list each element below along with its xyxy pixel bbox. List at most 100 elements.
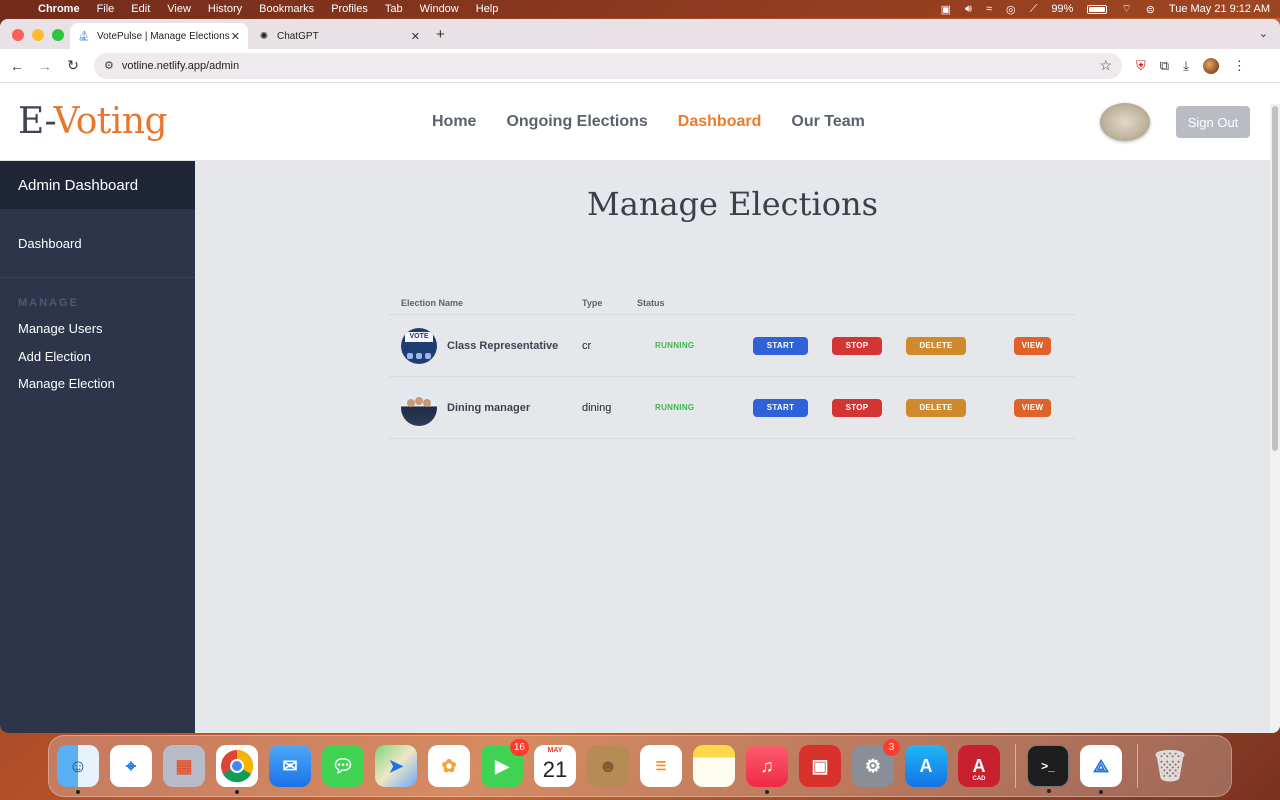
app-store-icon[interactable]: A [905,745,947,787]
stop-button[interactable]: STOP [832,398,882,417]
menu-history[interactable]: History [208,3,242,15]
launchpad-icon[interactable]: ▦ [163,745,205,787]
system-settings-icon[interactable]: ⚙ 3 [852,739,900,787]
photo-booth-icon[interactable]: ▣ [799,745,841,787]
view-button[interactable]: VIEW [1014,398,1051,417]
status-badge: RUNNING [655,341,695,350]
sidebar-item-add-election[interactable]: Add Election [0,343,195,371]
terminal-icon[interactable]: >_ [1027,745,1069,793]
menu-bookmarks[interactable]: Bookmarks [259,3,314,15]
dock: ☺ ⌖ ▦ ✉ 💬︎ ➤ ✿ ▶ 16 MAY 21 ☻ ☰ ♫ ▣ ⚙ 3 A A… [48,735,1232,797]
main-nav: Home Ongoing Elections Dashboard Our Tea… [432,113,865,131]
site-logo[interactable]: E-Voting [18,101,168,142]
menu-bar: Chrome File Edit View History Bookmarks … [0,0,1280,18]
back-icon[interactable]: ← [10,58,24,74]
maps-icon[interactable]: ➤ [375,745,417,787]
menu-help[interactable]: Help [476,3,499,15]
finder-icon[interactable]: ☺ [57,745,99,794]
menu-view[interactable]: View [167,3,191,15]
tab-title: VotePulse | Manage Elections [97,30,230,42]
extensions-puzzle-icon[interactable]: ⧉ [1160,58,1169,74]
admin-sidebar: Admin Dashboard Dashboard MANAGE Manage … [0,161,195,733]
reload-icon[interactable]: ↻ [66,57,80,74]
col-type: Type [582,297,603,308]
admin-app: Admin Dashboard Dashboard MANAGE Manage … [0,161,1280,733]
menu-tab[interactable]: Tab [385,3,403,15]
menu-app-name[interactable]: Chrome [38,3,80,15]
nav-home[interactable]: Home [432,113,476,131]
page-scrollbar[interactable] [1270,104,1280,733]
wifi-icon[interactable]: ⌔ [1121,2,1131,16]
delete-button[interactable]: DELETE [906,398,966,417]
trash-icon[interactable]: 🗑︎ [1149,745,1191,787]
delete-button[interactable]: DELETE [906,336,966,355]
menu-profiles[interactable]: Profiles [331,3,368,15]
sidebar-title: Admin Dashboard [0,161,195,209]
browser-toolbar: ← → ↻ ⚙ votline.netlify.app/admin ☆ ⛨ ⧉ … [0,49,1280,83]
bookmark-star-icon[interactable]: ☆ [1099,57,1112,74]
settings-badge: 3 [883,739,900,756]
notes-icon[interactable] [693,745,735,787]
sidebar-item-manage-election[interactable]: Manage Election [0,370,195,398]
window-controls [12,29,64,41]
site-settings-icon[interactable]: ⚙ [104,59,114,72]
view-button[interactable]: VIEW [1014,336,1051,355]
autocad-icon[interactable]: A CAD [958,745,1000,787]
battery-icon[interactable] [1087,4,1108,14]
download-icon[interactable]: ⤓ [1183,58,1189,74]
nav-dashboard[interactable]: Dashboard [678,113,762,131]
menu-window[interactable]: Window [420,3,459,15]
sidebar-item-dashboard[interactable]: Dashboard [0,209,195,278]
logo-prefix: E- [18,101,54,142]
user-avatar[interactable] [1100,103,1150,141]
forward-icon[interactable]: → [38,58,52,74]
music-icon[interactable]: ♫ [746,745,788,794]
tab-chatgpt[interactable]: ✺ ChatGPT ✕ [250,23,428,49]
election-image [401,389,437,426]
more-menu-icon[interactable]: ⋮ [1233,58,1246,74]
start-button[interactable]: START [753,398,808,417]
sign-out-button[interactable]: Sign Out [1176,106,1250,138]
volume-icon[interactable]: 🔊︎ [965,3,972,16]
menu-file[interactable]: File [97,3,115,15]
browser-window: ⛵︎ VotePulse | Manage Elections ✕ ✺ Chat… [0,19,1280,733]
calendar-icon[interactable]: MAY 21 [534,745,576,787]
shield-extension-icon[interactable]: ⛨ [1136,58,1146,74]
activity-icon[interactable]: ≈ [986,3,992,15]
tab-search-chevron-icon[interactable]: ⌄ [1259,27,1268,40]
mute-icon[interactable]: ⟋ [1030,3,1038,16]
control-center-icon[interactable]: ⊜ [1146,3,1155,16]
messages-icon[interactable]: 💬︎ [322,745,364,787]
minimize-window-button[interactable] [32,29,44,41]
address-bar[interactable]: ⚙ votline.netlify.app/admin ☆ [94,52,1122,79]
close-tab-icon[interactable]: ✕ [231,30,240,43]
table-row: VOTE Class Representative cr RUNNING STA… [389,315,1075,377]
dock-separator [1137,744,1138,788]
instruments-icon[interactable]: ⟁ [1080,745,1122,794]
sidebar-item-manage-users[interactable]: Manage Users [0,315,195,343]
url-text[interactable]: votline.netlify.app/admin [122,60,1100,72]
photos-icon[interactable]: ✿ [428,745,470,787]
close-window-button[interactable] [12,29,24,41]
menu-edit[interactable]: Edit [131,3,150,15]
menu-datetime[interactable]: Tue May 21 9:12 AM [1169,3,1270,15]
stop-button[interactable]: STOP [832,336,882,355]
focus-icon[interactable]: ◎ [1006,3,1016,16]
nav-ongoing-elections[interactable]: Ongoing Elections [506,113,647,131]
tab-votepulse[interactable]: ⛵︎ VotePulse | Manage Elections ✕ [70,23,248,49]
mail-icon[interactable]: ✉ [269,745,311,787]
close-tab-icon[interactable]: ✕ [411,30,420,43]
reminders-icon[interactable]: ☰ [640,745,682,787]
profile-avatar[interactable] [1202,57,1219,74]
col-status: Status [637,297,665,308]
chrome-icon[interactable] [216,745,258,794]
fullscreen-window-button[interactable] [52,29,64,41]
tab-bar: ⛵︎ VotePulse | Manage Elections ✕ ✺ Chat… [0,19,1280,49]
new-tab-icon[interactable]: + [436,26,445,43]
start-button[interactable]: START [753,336,808,355]
facetime-icon[interactable]: ▶ 16 [481,739,529,787]
nav-our-team[interactable]: Our Team [791,113,865,131]
contacts-icon[interactable]: ☻ [587,745,629,787]
stage-manager-icon[interactable]: ▣ [941,3,951,16]
safari-icon[interactable]: ⌖ [110,745,152,787]
